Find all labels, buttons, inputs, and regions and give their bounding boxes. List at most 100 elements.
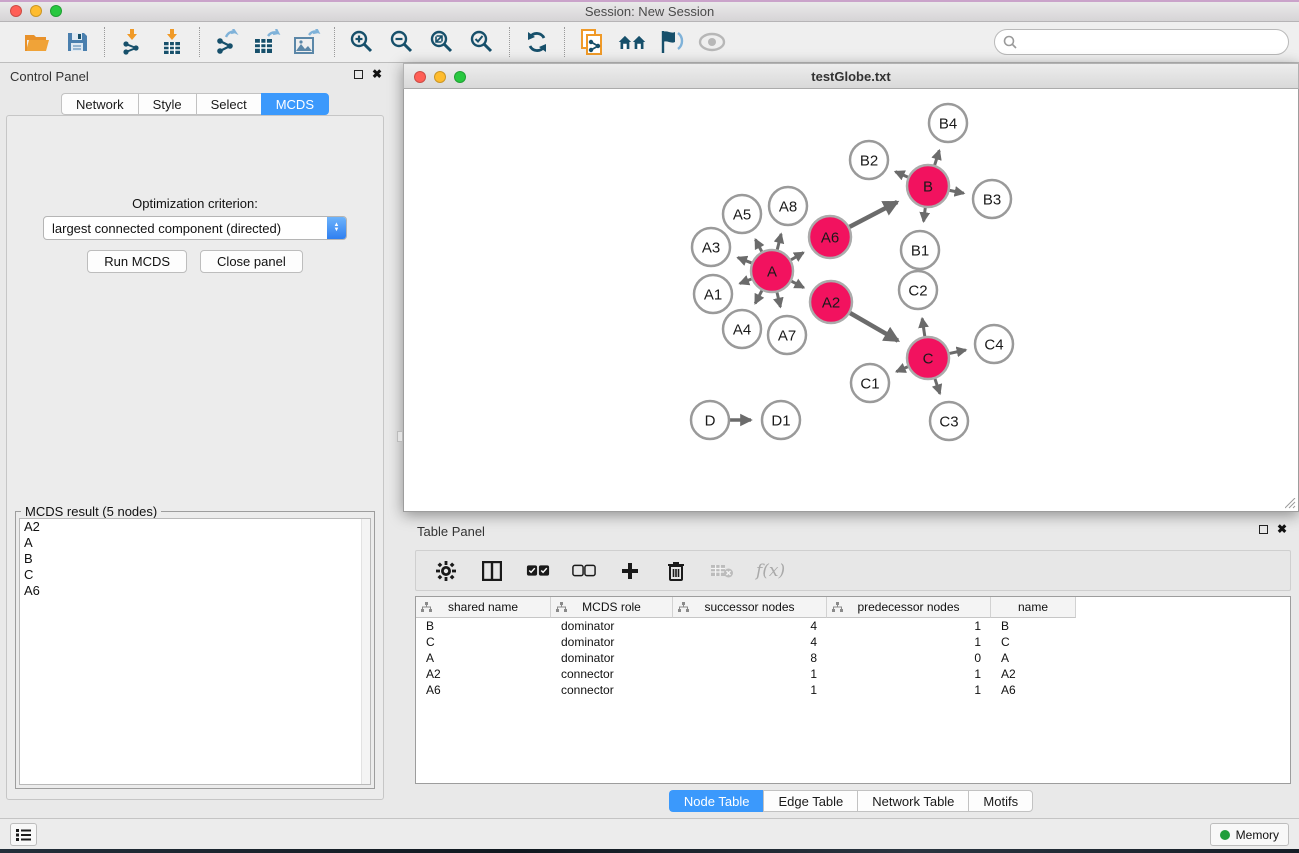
table-row[interactable]: A6connector11A6 [416,682,1290,698]
edge-A-A8[interactable] [777,234,781,250]
run-mcds-button[interactable]: Run MCDS [87,250,187,273]
node-table[interactable]: shared nameMCDS rolesuccessor nodesprede… [415,596,1291,784]
export-image-icon[interactable] [292,27,322,57]
mcds-result-item[interactable]: A2 [20,519,370,535]
window-resize-grip[interactable] [1285,498,1296,509]
edge-C-C4[interactable] [950,350,966,353]
table-row[interactable]: Adominator80A [416,650,1290,666]
select-all-rows-icon[interactable] [526,559,550,583]
edge-A-A7[interactable] [777,292,780,307]
import-table-icon[interactable] [157,27,187,57]
table-row[interactable]: Cdominator41C [416,634,1290,650]
column-header-successor-nodes[interactable]: successor nodes [673,597,827,618]
search-input[interactable] [1022,35,1280,49]
first-neighbors-icon[interactable] [617,27,647,57]
delete-table-icon[interactable] [710,559,734,583]
zoom-in-icon[interactable] [347,27,377,57]
graph-node-B[interactable]: B [907,165,949,207]
task-history-button[interactable] [10,823,37,846]
edge-A-A1[interactable] [740,279,752,284]
tab-style[interactable]: Style [138,93,196,115]
open-session-icon[interactable] [22,27,52,57]
network-graph[interactable]: B4B2BB3A5A8A6B1A3AC2A1A2A4A7C4CC1C3DD1 [404,89,1298,510]
search-field[interactable] [994,29,1289,55]
function-builder-icon[interactable]: f(x) [756,561,785,581]
edge-C-C2[interactable] [922,318,925,336]
tab-network-table[interactable]: Network Table [857,790,968,812]
graph-node-A4[interactable]: A4 [723,310,761,348]
deselect-all-rows-icon[interactable] [572,559,596,583]
column-header-name[interactable]: name [991,597,1076,618]
zoom-out-icon[interactable] [387,27,417,57]
edge-B-B3[interactable] [950,190,964,193]
network-canvas[interactable]: B4B2BB3A5A8A6B1A3AC2A1A2A4A7C4CC1C3DD1 [403,89,1299,512]
edge-A2-C[interactable] [850,313,898,341]
zoom-fit-icon[interactable] [427,27,457,57]
edge-C-C3[interactable] [935,379,940,394]
graph-node-B3[interactable]: B3 [973,180,1011,218]
graph-node-D[interactable]: D [691,401,729,439]
graph-node-B4[interactable]: B4 [929,104,967,142]
graph-node-C3[interactable]: C3 [930,402,968,440]
close-table-panel-icon[interactable]: ✖ [1277,524,1287,534]
edge-A-A5[interactable] [755,239,761,251]
new-network-from-selection-icon[interactable] [577,27,607,57]
column-header-predecessor-nodes[interactable]: predecessor nodes [827,597,991,618]
edge-A-A6[interactable] [791,253,803,260]
column-header-MCDS-role[interactable]: MCDS role [551,597,673,618]
memory-button[interactable]: Memory [1210,823,1289,846]
graph-node-B1[interactable]: B1 [901,231,939,269]
optimization-criterion-dropdown[interactable]: largest connected component (directed) ▲… [43,216,347,240]
close-panel-button[interactable]: Close panel [200,250,303,273]
tab-motifs[interactable]: Motifs [968,790,1033,812]
graph-node-C2[interactable]: C2 [899,271,937,309]
add-column-icon[interactable] [618,559,642,583]
import-network-icon[interactable] [117,27,147,57]
mcds-list-scrollbar[interactable] [361,519,370,784]
edge-A-A4[interactable] [755,291,762,304]
graph-node-A7[interactable]: A7 [768,316,806,354]
table-row[interactable]: Bdominator41B [416,618,1290,634]
graph-node-C1[interactable]: C1 [851,364,889,402]
edge-C-C1[interactable] [896,367,907,372]
close-panel-icon[interactable]: ✖ [372,69,382,79]
graph-node-A8[interactable]: A8 [769,187,807,225]
zoom-selected-icon[interactable] [467,27,497,57]
graph-node-A6[interactable]: A6 [809,216,851,258]
tab-network[interactable]: Network [61,93,138,115]
splitter-grip[interactable] [397,431,403,442]
graph-node-C[interactable]: C [907,337,949,379]
tab-edge-table[interactable]: Edge Table [763,790,857,812]
edge-B-B2[interactable] [895,172,908,178]
mcds-result-item[interactable]: A [20,535,370,551]
tab-node-table[interactable]: Node Table [669,790,764,812]
graph-node-A[interactable]: A [751,250,793,292]
refresh-icon[interactable] [522,27,552,57]
delete-column-icon[interactable] [664,559,688,583]
toggle-column-view-icon[interactable] [480,559,504,583]
table-row[interactable]: A2connector11A2 [416,666,1290,682]
graph-node-A5[interactable]: A5 [723,195,761,233]
edge-A6-B[interactable] [850,202,898,227]
graph-node-A1[interactable]: A1 [694,275,732,313]
edge-A-A3[interactable] [738,258,752,263]
edge-B-B1[interactable] [924,208,926,222]
tab-select[interactable]: Select [196,93,261,115]
hide-selected-icon[interactable] [657,27,687,57]
graph-node-D1[interactable]: D1 [762,401,800,439]
mcds-result-item[interactable]: B [20,551,370,567]
float-table-panel-icon[interactable] [1259,525,1268,534]
export-network-icon[interactable] [212,27,242,57]
graph-node-A2[interactable]: A2 [810,281,852,323]
network-window-title-bar[interactable]: testGlobe.txt [403,63,1299,89]
float-panel-icon[interactable] [354,70,363,79]
export-table-icon[interactable] [252,27,282,57]
show-all-icon[interactable] [697,27,727,57]
save-session-icon[interactable] [62,27,92,57]
graph-node-A3[interactable]: A3 [692,228,730,266]
edge-B-B4[interactable] [935,150,940,165]
mcds-result-item[interactable]: C [20,567,370,583]
graph-node-C4[interactable]: C4 [975,325,1013,363]
tab-mcds[interactable]: MCDS [261,93,329,115]
mcds-result-list[interactable]: A2ABCA6 [19,518,371,785]
